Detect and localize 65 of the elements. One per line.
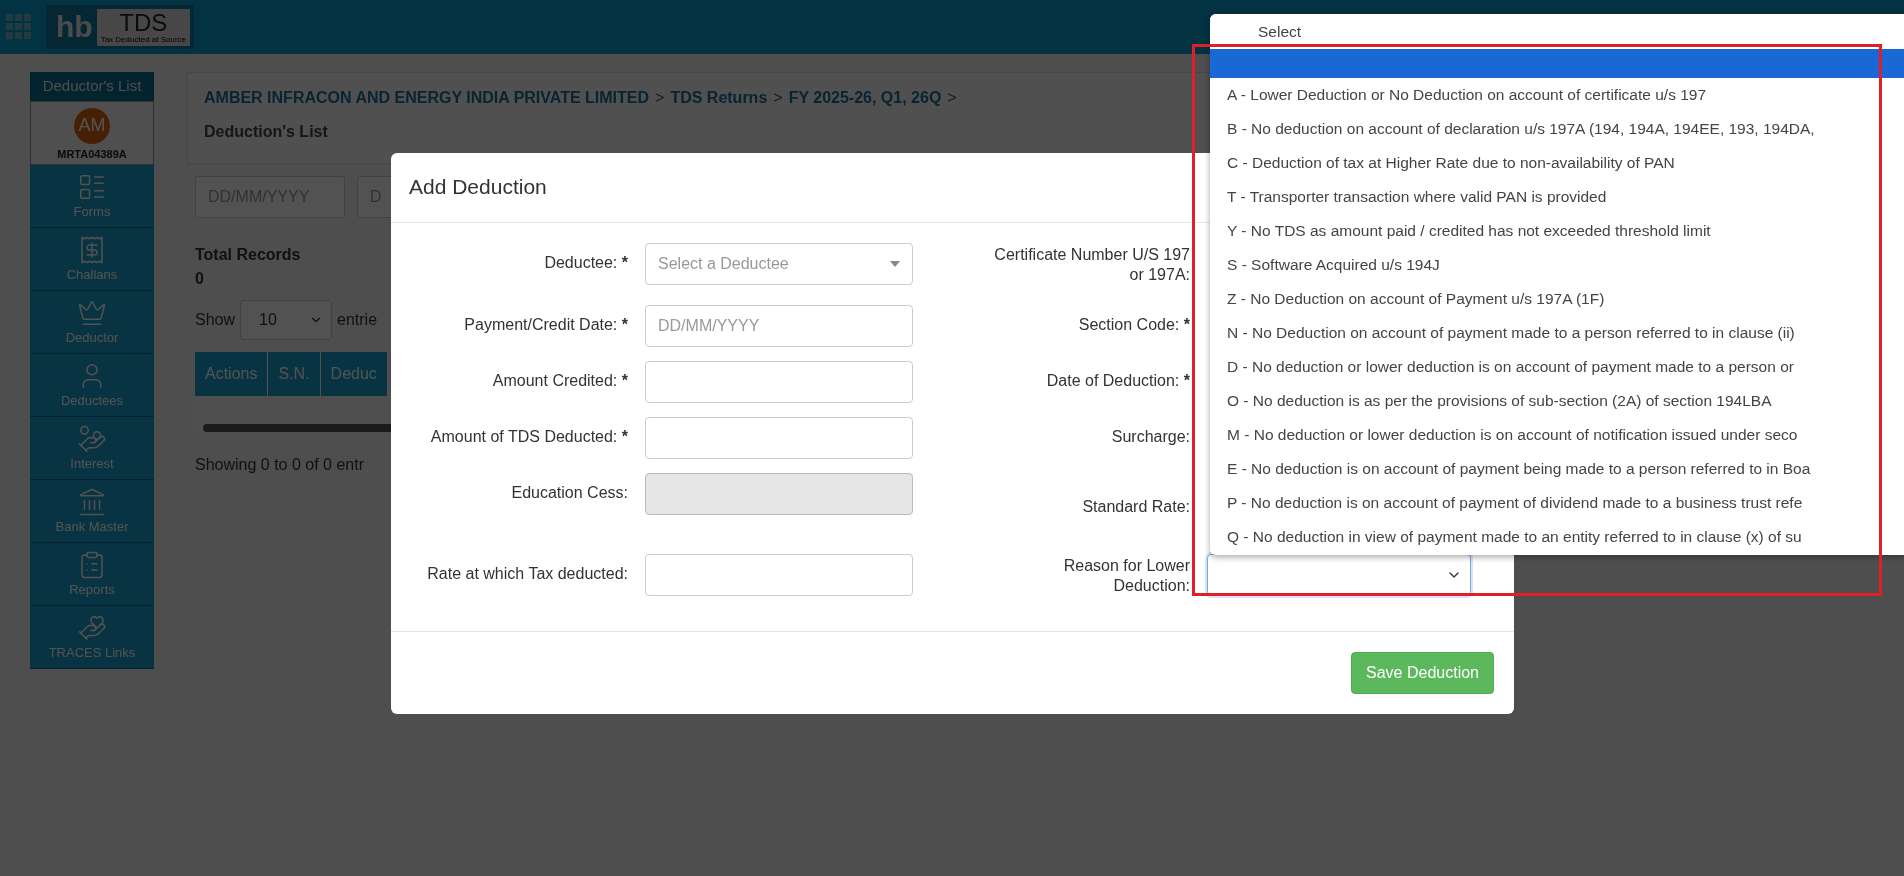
dropdown-option[interactable]: A - Lower Deduction or No Deduction on account of certificate u/s 197: [1210, 78, 1904, 112]
column-header[interactable]: Deduc: [320, 352, 388, 396]
total-records-label: Total Records: [195, 246, 301, 264]
input-field[interactable]: [645, 553, 913, 596]
page-subtitle: Deduction's List: [204, 123, 328, 141]
modal-title: Add Deduction: [409, 175, 547, 200]
total-records-value: 0: [195, 270, 204, 288]
dropdown-option[interactable]: D - No deduction or lower deduction is on account of payment made to a person or: [1210, 350, 1904, 384]
show-label: Show: [195, 311, 236, 329]
caret-icon: [890, 260, 900, 267]
field-label: Amount Credited: *: [491, 370, 628, 391]
field-label: Deductee: *: [543, 252, 628, 273]
dropdown-option[interactable]: Y - No TDS as amount paid / credited has not exceeded threshold limit: [1210, 214, 1904, 248]
breadcrumb-link[interactable]: TDS Returns: [670, 89, 768, 107]
sidebar-item[interactable]: Reports: [30, 542, 154, 606]
field-label: Rate at which Tax deducted:: [426, 563, 628, 584]
field-label: Date of Deduction: *: [1045, 370, 1190, 391]
field-label: Section Code: *: [1077, 314, 1190, 335]
sidebar-item[interactable]: Deductees: [30, 353, 154, 417]
sidebar-item[interactable]: Challans: [30, 227, 154, 291]
dropdown-option[interactable]: M - No deduction or lower deduction is on account of notification issued under seco: [1210, 418, 1904, 452]
coins-icon: [77, 424, 107, 455]
avatar: AM: [74, 107, 110, 144]
deductee-select[interactable]: Select a Deductee: [645, 242, 913, 285]
dropdown-option[interactable]: Z - No Deduction on account of Payment u/s 197A (1F): [1210, 282, 1904, 316]
dropdown-option[interactable]: N - No Deduction on account of payment made to a person referred to in clause (ii): [1210, 316, 1904, 350]
dropdown-option[interactable]: T - Transporter transaction where valid PAN is provided: [1210, 180, 1904, 214]
table-info: Showing 0 to 0 of 0 entr: [195, 456, 364, 474]
dropdown-option[interactable]: [1210, 49, 1904, 78]
field-label: Standard Rate:: [1081, 496, 1190, 517]
dropdown-option[interactable]: B - No deduction on account of declaration u/s 197A (194, 194A, 194EE, 193, 194DA,: [1210, 112, 1904, 146]
dropdown-option[interactable]: Q - No deduction in view of payment made to an entity referred to in clause (x) of su: [1210, 520, 1904, 554]
sidebar-item[interactable]: Interest: [30, 416, 154, 480]
sidebar-item[interactable]: Deductor: [30, 290, 154, 354]
breadcrumb-link[interactable]: FY 2025-26, Q1, 26Q: [788, 89, 942, 107]
sidebar-item[interactable]: TRACES Links: [30, 605, 154, 669]
field-label: Surcharge:: [1110, 426, 1190, 447]
dropdown-option[interactable]: C - Deduction of tax at Higher Rate due to non-availability of PAN: [1210, 146, 1904, 180]
bank-icon: [77, 487, 107, 518]
dropdown-option[interactable]: E - No deduction is on account of payment being made to a person referred to in Boa: [1210, 452, 1904, 486]
field-label: Certificate Number U/S 197 or 197A:: [993, 244, 1190, 286]
save-button[interactable]: Save Deduction: [1351, 652, 1494, 694]
sidebar-item[interactable]: Forms: [30, 164, 154, 228]
input-field[interactable]: DD/MM/YYYY: [645, 304, 913, 347]
dropdown-option[interactable]: O - No deduction is as per the provisions of sub-section (2A) of section 194LBA: [1210, 384, 1904, 418]
apps-grid-icon[interactable]: [6, 14, 32, 40]
column-header[interactable]: Actions: [195, 352, 269, 396]
breadcrumb-link[interactable]: AMBER INFRACON AND ENERGY INDIA PRIVATE LIMITED: [204, 89, 650, 107]
breadcrumb-separator: >: [947, 89, 957, 107]
input-field[interactable]: [645, 360, 913, 403]
dropdown-option[interactable]: S - Software Acquired u/s 194J: [1210, 248, 1904, 282]
column-header[interactable]: S.N.: [268, 352, 321, 396]
input-field[interactable]: [645, 416, 913, 459]
entries-label: entrie: [337, 311, 378, 329]
page-size-select[interactable]: 10: [240, 300, 333, 340]
field-label: Amount of TDS Deducted: *: [429, 426, 628, 447]
field-label: Reason for Lower Deduction:: [1062, 555, 1190, 596]
deductor-code: MRTA04389A: [57, 147, 127, 160]
sidebar-item[interactable]: Bank Master: [30, 479, 154, 543]
breadcrumb-separator: >: [773, 89, 783, 107]
sidebar-title: Deductor's List: [30, 72, 154, 101]
field-label: Payment/Credit Date: *: [463, 314, 628, 335]
field-label: Education Cess:: [510, 482, 628, 503]
breadcrumb-separator: >: [655, 89, 665, 107]
dropdown-option[interactable]: P - No deduction is on account of payment of dividend made to a business trust refe: [1210, 486, 1904, 520]
